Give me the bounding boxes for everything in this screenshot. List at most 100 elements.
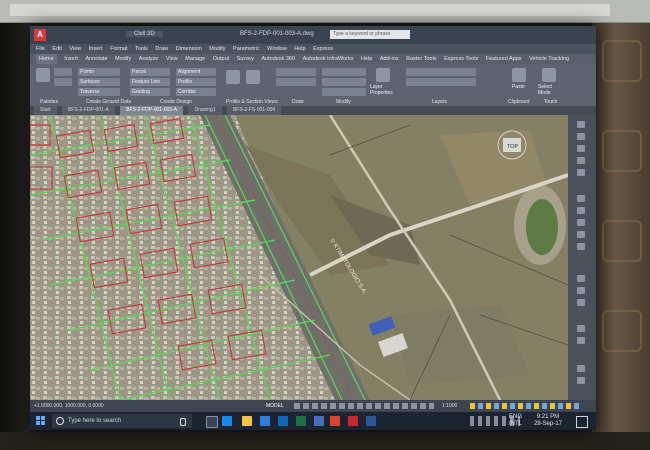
feature-line-button[interactable]: Feature Line [130,78,170,86]
alignment-button[interactable]: Alignment [176,68,216,76]
ribbon-tab[interactable]: Vehicle Tracking [529,54,569,64]
file-tab[interactable]: Drawing1 [188,106,222,115]
menu-item[interactable]: File [36,44,45,54]
file-tab[interactable]: BFS-2-FS-001-004 [226,106,282,115]
ribbon-tab[interactable]: Express Tools [444,54,478,64]
paste-label[interactable]: Paste [512,84,525,90]
select-mode-label[interactable]: Select Mode [538,84,564,96]
modify-tool-button[interactable] [322,68,366,76]
menu-item[interactable]: Express [313,44,333,54]
ribbon-tab[interactable]: Modify [115,54,131,64]
file-tab[interactable]: Start [34,106,57,115]
toolspace-icon[interactable] [36,68,50,82]
pan-icon[interactable] [577,133,585,140]
grading-button[interactable]: Grading [130,88,170,96]
layer-tools-button[interactable] [406,78,476,86]
tool-icon[interactable] [577,243,585,250]
menu-item[interactable]: Help [294,44,305,54]
edge-browser-icon[interactable] [222,416,232,426]
menu-item[interactable]: Window [267,44,287,54]
model-space-button[interactable]: MODEL [266,403,284,409]
tool-icon[interactable] [577,231,585,238]
profile-view-icon[interactable] [226,70,240,84]
tool-icon[interactable] [577,287,585,294]
parcel-button[interactable]: Parcel [130,68,170,76]
ribbon-tab[interactable]: Featured Apps [486,54,522,64]
language-indicator[interactable]: ENG INTL [509,414,522,428]
menu-item[interactable]: Modify [209,44,225,54]
tool-icon[interactable] [577,207,585,214]
layer-dropdown[interactable] [406,68,476,76]
modify-tool-button[interactable] [322,88,366,96]
word-icon[interactable] [314,416,324,426]
annotation-scale[interactable]: 1:1000 [442,403,457,409]
ribbon-tab[interactable]: Add-ins [380,54,399,64]
menu-item[interactable]: Parametric [233,44,260,54]
acrobat-icon[interactable] [348,416,358,426]
modify-tool-button[interactable] [322,78,366,86]
outlook-icon[interactable] [278,416,288,426]
ribbon-tab[interactable]: Annotate [86,54,108,64]
ribbon-tab[interactable]: Help [361,54,372,64]
status-toggle-group[interactable] [294,403,434,409]
zoom-icon[interactable] [577,145,585,152]
autocad-logo-icon[interactable]: A [34,29,46,41]
surfaces-button[interactable]: Surfaces [78,78,120,86]
store-icon[interactable] [260,416,270,426]
tool-icon[interactable] [577,325,585,332]
drawing-canvas[interactable]: © KTIMATOLOGIO S.A. TOP [30,115,568,400]
doc-name-tab[interactable]: Civil 3D [126,31,163,37]
section-view-icon[interactable] [246,70,260,84]
corridor-button[interactable]: Corridor [176,88,216,96]
ribbon-tab[interactable]: Autodesk InfraWorks [303,54,354,64]
layer-properties-icon[interactable] [376,68,390,82]
draw-tool-button[interactable] [276,78,316,86]
tool-icon[interactable] [577,195,585,202]
menu-item[interactable]: Dimension [176,44,202,54]
file-explorer-icon[interactable] [242,416,252,426]
notifications-icon[interactable] [576,416,588,428]
powerpoint-icon[interactable] [330,416,340,426]
draw-tool-button[interactable] [276,68,316,76]
layer-properties-label[interactable]: Layer Properties [370,84,400,96]
ribbon-tab[interactable]: Insert [64,54,78,64]
menu-item[interactable]: Insert [89,44,103,54]
tool-icon[interactable] [577,219,585,226]
taskbar-search-input[interactable]: Type here to search [52,414,192,428]
taskbar-clock[interactable]: 9:21 PM 29-Sep-17 [534,414,562,428]
orbit-icon[interactable] [577,157,585,164]
search-input[interactable]: Type a keyword or phrase [330,30,410,39]
task-view-icon[interactable] [206,416,218,428]
showmotion-icon[interactable] [577,169,585,176]
status-icons[interactable] [470,403,580,409]
excel-icon[interactable] [296,416,306,426]
ribbon-tab[interactable]: Raster Tools [406,54,436,64]
menu-item[interactable]: Draw [155,44,168,54]
profile-button[interactable]: Profile [176,78,216,86]
ribbon-tab[interactable]: Survey [237,54,254,64]
word-doc-icon[interactable] [366,416,376,426]
file-tab[interactable]: BFS-2-FDP-001-A [61,106,115,115]
menu-item[interactable]: View [69,44,81,54]
ribbon-tab[interactable]: Analyze [139,54,159,64]
palette-button[interactable] [54,68,72,76]
tool-icon[interactable] [577,337,585,344]
ribbon-tab-home[interactable]: Home [36,54,57,64]
ribbon-tab[interactable]: Manage [185,54,205,64]
points-button[interactable]: Points [78,68,120,76]
select-mode-icon[interactable] [542,68,556,82]
traverse-button[interactable]: Traverse [78,88,120,96]
tool-icon[interactable] [577,365,585,372]
nav-wheel-icon[interactable] [577,121,585,128]
tool-icon[interactable] [577,377,585,384]
file-tab-active[interactable]: BFS-2-FDP-001-003-A [120,106,184,115]
palette-button[interactable] [54,78,72,86]
paste-icon[interactable] [512,68,526,82]
menu-item[interactable]: Edit [52,44,61,54]
tool-icon[interactable] [577,299,585,306]
ribbon-tab[interactable]: Autodesk 360 [261,54,295,64]
ribbon-tab[interactable]: Output [213,54,230,64]
menu-item[interactable]: Tools [135,44,148,54]
windows-start-icon[interactable] [36,416,46,426]
menu-item[interactable]: Format [110,44,127,54]
